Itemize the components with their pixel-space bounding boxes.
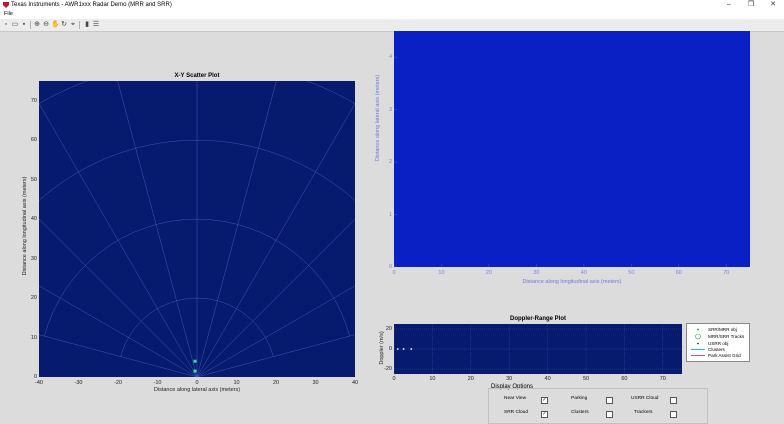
range-x-tick-label: 30 xyxy=(533,270,540,276)
usrr-cloud-checkbox[interactable] xyxy=(670,397,677,404)
range-x-tick-label: 40 xyxy=(580,270,587,276)
range-y-tick-label: 0 xyxy=(388,264,392,270)
data-cursor-icon[interactable]: ⌖ xyxy=(69,21,77,29)
legend-swatch-tracks xyxy=(695,333,701,340)
doppler-x-tick-label: 40 xyxy=(544,376,551,382)
xy-x-tick-label: 40 xyxy=(351,380,359,386)
doppler-x-tick-label: 20 xyxy=(467,376,474,382)
zoom-out-icon[interactable]: ⊖ xyxy=(42,21,50,29)
legend-label-srr-mrr-obj: SRR/MRR obj xyxy=(708,327,737,332)
xy-x-tick-label: -40 xyxy=(35,380,43,386)
xy-data-point xyxy=(193,359,197,363)
maximize-button[interactable]: ❐ xyxy=(740,0,762,10)
xy-x-tick-label: 10 xyxy=(233,380,240,386)
menu-bar: File xyxy=(0,10,784,19)
doppler-x-tick-label: 0 xyxy=(392,376,396,382)
close-button[interactable]: ✕ xyxy=(762,0,784,10)
doppler-x-tick-label: 60 xyxy=(621,376,628,382)
legend-swatch-usrr-obj xyxy=(697,342,699,345)
rotate-icon[interactable]: ↻ xyxy=(60,21,68,29)
save-icon[interactable]: ▪ xyxy=(20,21,28,29)
near-view-checkbox[interactable]: ✓ xyxy=(541,397,548,404)
xy-y-tick-label: 0 xyxy=(33,374,37,380)
plot-legend[interactable]: SRR/MRR obj MRR/SRR Tracks USRR obj Clus… xyxy=(686,323,750,362)
doppler-data-point xyxy=(402,348,405,350)
srr-cloud-checkbox[interactable]: ✓ xyxy=(541,411,548,418)
xy-x-tick-label: 30 xyxy=(312,380,319,386)
xy-x-tick-label: -20 xyxy=(114,380,122,386)
toolbar-separator xyxy=(30,21,31,29)
zoom-in-icon[interactable]: ⊕ xyxy=(33,21,41,29)
trackers-label: Trackers xyxy=(634,410,653,415)
parking-label: Parking xyxy=(571,396,588,401)
legend-swatch-srr-mrr-obj xyxy=(697,328,699,331)
xy-x-tick-label: -10 xyxy=(153,380,162,386)
minimize-button[interactable]: – xyxy=(718,0,740,10)
window-title: Texas Instruments - AWR1xxx Radar Demo (… xyxy=(11,2,172,8)
display-options-panel xyxy=(488,388,708,424)
range-x-tick-label: 70 xyxy=(723,270,730,276)
xy-x-tick-label: 20 xyxy=(272,380,280,386)
parking-checkbox[interactable] xyxy=(606,397,613,404)
near-view-label: Near View xyxy=(504,396,527,401)
xy-scatter-plot[interactable] xyxy=(39,81,355,377)
xy-plot-title: X-Y Scatter Plot xyxy=(174,73,220,79)
range-plot-area xyxy=(394,31,750,267)
range-plot[interactable] xyxy=(394,31,750,267)
xy-data-point xyxy=(193,369,197,373)
pan-icon[interactable]: ✋ xyxy=(51,21,60,29)
doppler-y-axis-label: Doppler (m/s) xyxy=(379,331,385,365)
srr-cloud-label: SRR Cloud xyxy=(504,410,528,415)
doppler-x-tick-label: 70 xyxy=(659,376,666,382)
app-logo-icon xyxy=(3,2,9,8)
legend-label-clusters: Clusters xyxy=(708,347,725,352)
xy-x-tick-label: 0 xyxy=(195,380,199,386)
doppler-data-point xyxy=(410,348,413,350)
doppler-x-tick-label: 30 xyxy=(506,376,513,382)
toolbar-separator xyxy=(79,21,80,29)
menu-file[interactable]: File xyxy=(4,10,13,19)
open-folder-icon[interactable]: ▭ xyxy=(11,21,19,29)
legend-swatch-park-assist xyxy=(691,355,705,356)
legend-label-park-assist: Park Assist Grid xyxy=(708,353,741,358)
doppler-data-point xyxy=(396,348,399,350)
legend-label-tracks: MRR/SRR Tracks xyxy=(708,334,745,339)
range-x-tick-label: 20 xyxy=(485,270,492,276)
range-x-axis-label: Distance along longitudinal axis (meters… xyxy=(522,279,622,285)
doppler-range-plot[interactable] xyxy=(394,324,682,374)
xy-x-tick-label: -30 xyxy=(74,380,83,386)
doppler-x-tick-label: 50 xyxy=(582,376,590,382)
legend-label-usrr-obj: USRR obj xyxy=(708,341,729,346)
doppler-plot-title: Doppler-Range Plot xyxy=(509,316,566,322)
insert-colorbar-icon[interactable]: ▮ xyxy=(83,21,91,29)
new-file-icon[interactable]: ▫ xyxy=(2,21,10,29)
xy-y-axis-label: Distance along longitudinal axis (meters… xyxy=(22,176,28,276)
xy-x-axis-label: Distance along lateral axis (meters) xyxy=(153,387,241,393)
range-x-tick-label: 60 xyxy=(675,270,682,276)
range-x-tick-label: 0 xyxy=(392,270,396,276)
insert-legend-icon[interactable]: ☰ xyxy=(92,21,100,29)
range-x-tick-label: 10 xyxy=(438,270,445,276)
doppler-x-tick-label: 10 xyxy=(429,376,436,382)
range-x-tick-label: 50 xyxy=(628,270,635,276)
clusters-checkbox[interactable] xyxy=(606,411,613,418)
title-bar: Texas Instruments - AWR1xxx Radar Demo (… xyxy=(0,0,784,10)
range-y-axis-label: Distance along lateral axis (meters) xyxy=(375,74,381,162)
legend-swatch-clusters xyxy=(691,349,705,350)
clusters-label: Clusters xyxy=(571,410,589,415)
usrr-cloud-label: USRR Cloud xyxy=(631,396,659,401)
trackers-checkbox[interactable] xyxy=(670,411,677,418)
